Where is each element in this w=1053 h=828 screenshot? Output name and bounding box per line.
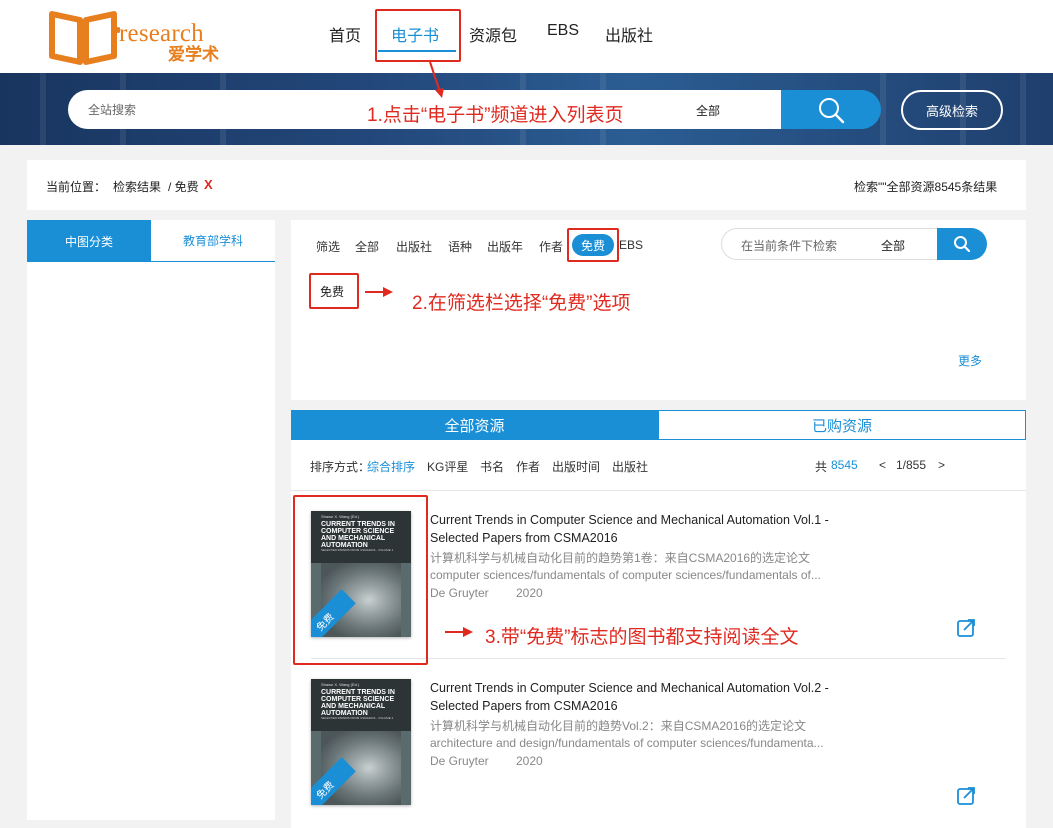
annotation-step1: 1.点击“电子书”频道进入列表页 <box>367 105 624 126</box>
book-title-cn: 计算机科学与机械自动化目前的趋势第1卷：来自CSMA2016的选定论文 <box>430 551 811 565</box>
nav-publishers[interactable]: 出版社 <box>605 22 653 46</box>
sort-relevance[interactable]: 综合排序 <box>367 458 415 475</box>
highlight-ebooks-nav <box>375 9 461 62</box>
arrow-right-icon <box>365 287 393 297</box>
annotation-step3: 3.带“免费”标志的图书都支持阅读全文 <box>485 627 799 648</box>
annotation-step2: 2.在筛选栏选择“免费”选项 <box>412 293 631 314</box>
total-count: 8545 <box>831 458 858 472</box>
tab-purchased-resources[interactable]: 已购资源 <box>658 410 1026 440</box>
prev-page-button[interactable]: < <box>879 458 886 472</box>
cover-title: CURRENT TRENDS IN COMPUTER SCIENCE AND M… <box>321 689 395 717</box>
refine-search-button[interactable] <box>937 228 987 260</box>
tab-all-resources[interactable]: 全部资源 <box>291 410 658 440</box>
nav-home[interactable]: 首页 <box>329 22 361 46</box>
sort-label: 排序方式： <box>310 460 371 474</box>
book-item[interactable]: Shawn X. Wang (Ed.) CURRENT TRENDS IN CO… <box>291 668 1026 828</box>
highlight-free-book <box>293 495 428 665</box>
logo-chinese: 爱学术 <box>168 45 219 64</box>
refine-search-scope[interactable]: 全部 <box>881 237 905 254</box>
book-cover[interactable]: Shawn X. Wang (Ed.) CURRENT TRENDS IN CO… <box>311 679 411 805</box>
filter-all[interactable]: 全部 <box>355 238 379 255</box>
advanced-search-button[interactable]: 高级检索 <box>901 90 1003 130</box>
search-icon <box>954 236 971 253</box>
cover-author: Shawn X. Wang (Ed.) <box>321 682 360 687</box>
sort-publisher[interactable]: 出版社 <box>612 458 648 475</box>
book-logo-icon <box>49 11 120 65</box>
logo[interactable]: research 爱学术 <box>48 6 228 66</box>
filter-label: 筛选 <box>316 240 341 254</box>
breadcrumb-label: 当前位置： <box>46 180 107 194</box>
result-summary: 检索""全部资源8545条结果 <box>854 180 998 194</box>
search-scope-select[interactable]: 全部 <box>696 102 720 119</box>
open-external-icon[interactable] <box>956 618 976 638</box>
highlight-selected-filter <box>309 273 359 309</box>
arrow-right-icon <box>445 627 473 637</box>
book-publisher[interactable]: De Gruyter <box>430 754 489 768</box>
page-indicator: 1/855 <box>896 458 927 472</box>
filter-publisher[interactable]: 出版社 <box>396 238 432 255</box>
filter-language[interactable]: 语种 <box>448 238 472 255</box>
search-button[interactable] <box>781 90 881 129</box>
breadcrumb-results[interactable]: 检索结果 <box>113 178 161 195</box>
book-year: 2020 <box>516 586 543 600</box>
breadcrumb-filter: / 免费 <box>168 180 199 194</box>
book-title[interactable]: Current Trends in Computer Science and M… <box>430 679 870 715</box>
category-sidebar <box>27 220 275 820</box>
tab-moe-subjects[interactable]: 教育部学科 <box>151 220 275 262</box>
sort-title[interactable]: 书名 <box>480 458 504 475</box>
book-publisher[interactable]: De Gruyter <box>430 586 489 600</box>
book-subjects: architecture and design/fundamentals of … <box>430 736 824 750</box>
book-year: 2020 <box>516 754 543 768</box>
filter-author[interactable]: 作者 <box>539 238 563 255</box>
filter-ebs[interactable]: EBS <box>619 238 643 252</box>
next-page-button[interactable]: > <box>938 458 945 472</box>
total-prefix: 共 <box>815 460 828 474</box>
sort-kg-rating[interactable]: KG评星 <box>427 458 468 475</box>
arrow-down-icon <box>429 61 444 98</box>
book-title[interactable]: Current Trends in Computer Science and M… <box>430 511 870 547</box>
nav-ebs[interactable]: EBS <box>547 22 579 40</box>
sort-author[interactable]: 作者 <box>516 458 540 475</box>
filter-year[interactable]: 出版年 <box>487 238 523 255</box>
remove-filter-button[interactable]: X <box>204 177 213 192</box>
cover-subtitle: SELECTED PAPERS FROM CSMA2016 - VOLUME 2 <box>321 716 394 720</box>
refine-search-placeholder[interactable]: 在当前条件下检索 <box>741 237 837 254</box>
open-external-icon[interactable] <box>956 786 976 806</box>
search-icon <box>819 97 845 123</box>
sort-pub-date[interactable]: 出版时间 <box>552 458 600 475</box>
highlight-free-filter <box>567 228 619 262</box>
more-link[interactable]: 更多 <box>958 352 982 369</box>
top-header: research 爱学术 首页 电子书 资源包 EBS 出版社 <box>0 0 1053 73</box>
tab-clc-classification[interactable]: 中图分类 <box>27 220 151 262</box>
divider <box>291 490 1026 491</box>
book-title-cn: 计算机科学与机械自动化目前的趋势Vol.2：来自CSMA2016的选定论文 <box>430 719 807 733</box>
nav-resource-packs[interactable]: 资源包 <box>469 22 517 46</box>
book-subjects: computer sciences/fundamentals of comput… <box>430 568 821 582</box>
search-input[interactable]: 全站搜索 <box>88 101 136 118</box>
